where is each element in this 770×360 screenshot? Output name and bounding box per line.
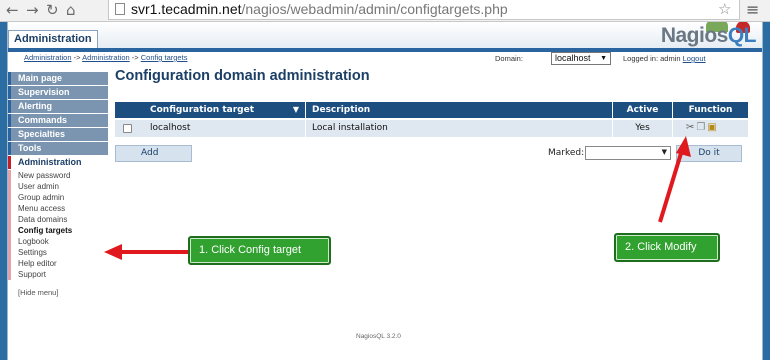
sidebar-sub-menu-access[interactable]: Menu access xyxy=(8,203,108,214)
url-host: svr1.tecadmin.net xyxy=(131,1,242,17)
domain-select[interactable]: localhost ▼ xyxy=(551,52,611,65)
version-footer: NagiosQL 3.2.0 xyxy=(356,333,401,340)
hide-menu-link[interactable]: [Hide menu] xyxy=(8,288,108,297)
add-button[interactable]: Add xyxy=(115,145,192,162)
back-icon[interactable]: ← xyxy=(6,1,19,19)
callout-step-1: 1. Click Config target xyxy=(188,236,331,265)
marked-label: Marked: xyxy=(548,148,585,158)
logout-link[interactable]: Logout xyxy=(683,54,706,63)
sidebar-item-specialties[interactable]: Specialties xyxy=(8,128,108,141)
login-text: Logged in: admin xyxy=(623,54,683,63)
column-header-active: Active xyxy=(612,102,672,118)
row-checkbox[interactable] xyxy=(123,124,132,133)
address-bar[interactable]: svr1.tecadmin.net/nagios/webadmin/admin/… xyxy=(108,0,740,20)
sidebar-item-alerting[interactable]: Alerting xyxy=(8,100,108,113)
reload-icon[interactable]: ↻ xyxy=(46,1,59,19)
delete-icon[interactable]: ▣ xyxy=(707,122,718,133)
logo-text: Nagios xyxy=(660,24,729,47)
callout-step-2: 2. Click Modify xyxy=(614,233,720,262)
table-row: localhost Local installation Yes ✂❐▣ xyxy=(115,120,748,137)
sidebar-item-supervision[interactable]: Supervision xyxy=(8,86,108,99)
column-target-label: Configuration target xyxy=(150,105,255,115)
copy-icon[interactable]: ❐ xyxy=(696,122,707,133)
info-bar: Administration -> Administration -> Conf… xyxy=(8,52,762,66)
domain-label: Domain: xyxy=(495,54,523,63)
column-header-target[interactable]: Configuration target ▼ xyxy=(142,102,305,118)
breadcrumb-link-2[interactable]: Administration xyxy=(82,53,130,62)
breadcrumb-link-1[interactable]: Administration xyxy=(24,53,72,62)
url-path: /nagios/webadmin/admin/configtargets.php xyxy=(241,1,508,17)
menu-icon[interactable]: ≡ xyxy=(746,0,759,19)
breadcrumb-link-3[interactable]: Config targets xyxy=(141,53,188,62)
table-header: Configuration target ▼ Description Active… xyxy=(115,102,748,118)
breadcrumb-sep-1: -> xyxy=(71,53,83,62)
sidebar-item-commands[interactable]: Commands xyxy=(8,114,108,127)
cell-active: Yes xyxy=(612,120,672,137)
dropdown-arrow-icon: ▼ xyxy=(661,148,667,156)
sidebar-item-tools[interactable]: Tools xyxy=(8,142,108,155)
page: Administration NagiosQL Administration -… xyxy=(7,22,763,360)
marked-select[interactable]: ▼ xyxy=(585,146,671,160)
app-header: Administration NagiosQL xyxy=(8,22,762,48)
sidebar-sub-config-targets[interactable]: Config targets xyxy=(8,225,108,236)
page-icon xyxy=(115,3,125,15)
sidebar-sub-logbook[interactable]: Logbook xyxy=(8,236,108,247)
page-title: Configuration domain administration xyxy=(115,68,370,84)
breadcrumb-sep-2: -> xyxy=(129,53,141,62)
sidebar-sub-support[interactable]: Support xyxy=(8,269,108,280)
admin-tab[interactable]: Administration xyxy=(8,30,98,48)
modify-icon[interactable]: ✂ xyxy=(686,122,696,133)
home-icon[interactable]: ⌂ xyxy=(66,1,76,19)
sidebar: Main page Supervision Alerting Commands … xyxy=(8,72,108,297)
sidebar-sub-data-domains[interactable]: Data domains xyxy=(8,214,108,225)
row-checkbox-cell xyxy=(115,120,142,137)
login-status: Logged in: admin Logout xyxy=(623,54,706,63)
domain-value: localhost xyxy=(555,53,591,63)
function-icons: ✂❐▣ xyxy=(686,122,719,133)
sidebar-item-administration[interactable]: Administration xyxy=(8,156,108,169)
dropdown-arrow-icon: ▼ xyxy=(600,55,607,62)
do-it-button[interactable]: Do it xyxy=(676,145,742,162)
logo: NagiosQL xyxy=(660,24,757,48)
browser-toolbar: ← → ↻ ⌂ svr1.tecadmin.net/nagios/webadmi… xyxy=(0,0,770,22)
star-icon[interactable]: ☆ xyxy=(718,0,731,18)
breadcrumb: Administration -> Administration -> Conf… xyxy=(24,53,187,62)
sidebar-item-main-page[interactable]: Main page xyxy=(8,72,108,85)
column-header-function: Function xyxy=(672,102,748,118)
forward-icon[interactable]: → xyxy=(26,1,39,19)
sidebar-sub-help-editor[interactable]: Help editor xyxy=(8,258,108,269)
column-header-description: Description xyxy=(305,102,612,118)
sidebar-sub-new-password[interactable]: New password xyxy=(8,170,108,181)
cell-target: localhost xyxy=(150,123,191,133)
sidebar-sub-group-admin[interactable]: Group admin xyxy=(8,192,108,203)
sidebar-sub-user-admin[interactable]: User admin xyxy=(8,181,108,192)
logo-accent: QL xyxy=(727,24,757,47)
header-checkbox-cell xyxy=(115,102,142,118)
sort-arrow-icon[interactable]: ▼ xyxy=(293,102,299,118)
cell-description: Local installation xyxy=(305,120,612,137)
sidebar-sub-settings[interactable]: Settings xyxy=(8,247,108,258)
